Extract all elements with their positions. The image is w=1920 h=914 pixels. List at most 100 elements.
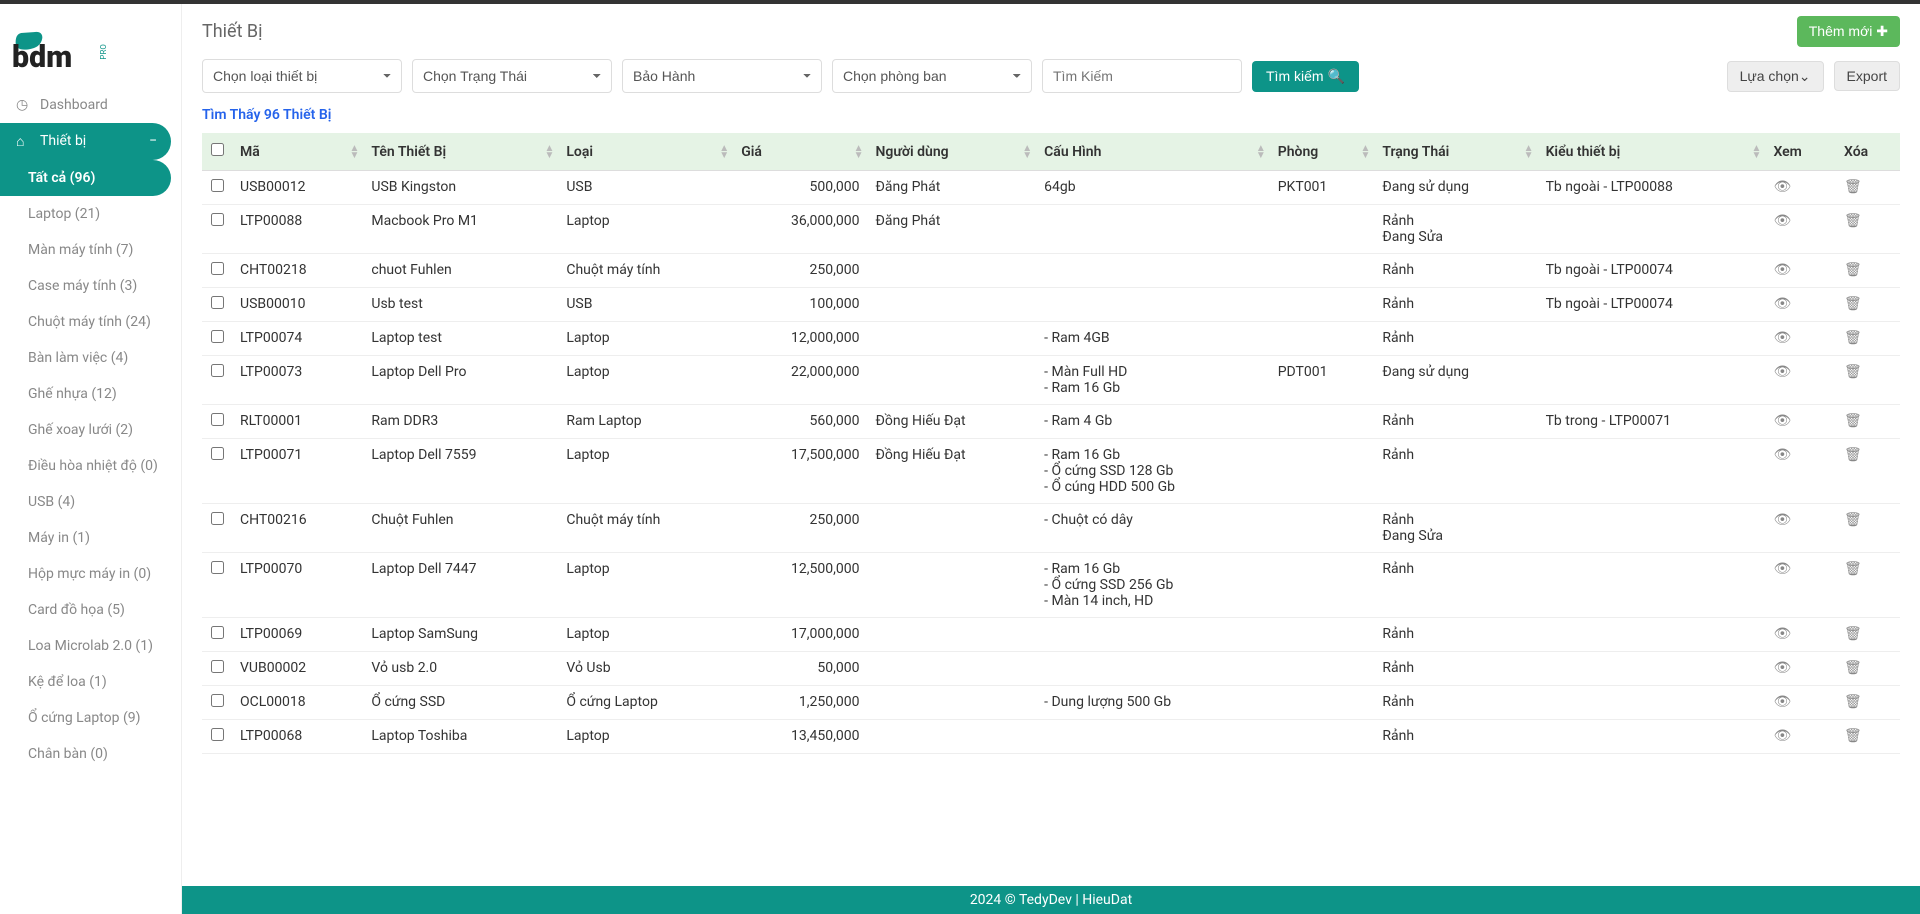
filter-status[interactable]: Chọn Trạng Thái [412,59,612,93]
row-checkbox[interactable] [211,694,224,707]
filter-warranty[interactable]: Bảo Hành [622,59,822,93]
delete-icon[interactable]: 🗑 [1844,262,1862,278]
delete-icon[interactable]: 🗑 [1844,660,1862,676]
row-checkbox[interactable] [211,626,224,639]
row-checkbox[interactable] [211,512,224,525]
col-config[interactable]: Cấu Hình▲▼ [1036,133,1270,171]
row-checkbox[interactable] [211,660,224,673]
cell-view: 👁 [1765,618,1836,652]
sidebar-sub-item[interactable]: Case máy tính (3) [0,268,181,304]
delete-icon[interactable]: 🗑 [1844,512,1862,528]
cell-config: - Dung lượng 500 Gb [1036,686,1270,720]
search-button[interactable]: Tìm kiếm 🔍 [1252,61,1359,92]
sidebar-sub-item[interactable]: Loa Microlab 2.0 (1) [0,628,181,664]
cell-user [868,288,1037,322]
delete-icon[interactable]: 🗑 [1844,626,1862,642]
row-checkbox[interactable] [211,413,224,426]
sidebar-sub-item[interactable]: Ghế nhựa (12) [0,376,181,412]
col-name[interactable]: Tên Thiết Bị▲▼ [363,133,558,171]
col-price[interactable]: Giá▲▼ [733,133,867,171]
delete-icon[interactable]: 🗑 [1844,364,1862,380]
col-code[interactable]: Mã▲▼ [232,133,363,171]
sidebar-sub-item[interactable]: Điều hòa nhiệt độ (0) [0,448,181,484]
view-icon[interactable]: 👁 [1773,512,1791,528]
delete-icon[interactable]: 🗑 [1844,561,1862,577]
delete-icon[interactable]: 🗑 [1844,179,1862,195]
col-status[interactable]: Trạng Thái▲▼ [1374,133,1537,171]
cell-room [1270,405,1375,439]
sidebar-sub-item[interactable]: Laptop (21) [0,196,181,232]
cell-code: LTP00069 [232,618,363,652]
sidebar-sub-item[interactable]: Chuột máy tính (24) [0,304,181,340]
view-icon[interactable]: 👁 [1773,728,1791,744]
view-icon[interactable]: 👁 [1773,660,1791,676]
col-kind[interactable]: Kiểu thiết bị▲▼ [1538,133,1766,171]
cell-name: Ram DDR3 [363,405,558,439]
view-icon[interactable]: 👁 [1773,447,1791,463]
sidebar-sub-item[interactable]: Ổ cứng Laptop (9) [0,700,181,736]
delete-icon[interactable]: 🗑 [1844,413,1862,429]
cell-code: OCL00018 [232,686,363,720]
view-icon[interactable]: 👁 [1773,561,1791,577]
row-checkbox[interactable] [211,296,224,309]
row-checkbox[interactable] [211,364,224,377]
cell-config: - Ram 16 Gb - Ổ cứng SSD 128 Gb - Ổ cúng… [1036,439,1270,504]
view-icon[interactable]: 👁 [1773,179,1791,195]
delete-icon[interactable]: 🗑 [1844,447,1862,463]
delete-icon[interactable]: 🗑 [1844,330,1862,346]
col-user[interactable]: Người dùng▲▼ [868,133,1037,171]
sidebar-sub-item[interactable]: Máy in (1) [0,520,181,556]
search-input[interactable] [1042,59,1242,93]
sidebar-sub-item[interactable]: Màn máy tính (7) [0,232,181,268]
table-row: CHT00216Chuột FuhlenChuột máy tính250,00… [202,504,1900,553]
view-icon[interactable]: 👁 [1773,330,1791,346]
add-button[interactable]: Thêm mới ✚ [1797,16,1900,47]
row-checkbox[interactable] [211,213,224,226]
filter-department[interactable]: Chọn phòng ban [832,59,1032,93]
row-checkbox[interactable] [211,561,224,574]
sidebar-sub-item[interactable]: Bàn làm việc (4) [0,340,181,376]
delete-icon[interactable]: 🗑 [1844,213,1862,229]
view-icon[interactable]: 👁 [1773,694,1791,710]
cell-price: 17,000,000 [733,618,867,652]
delete-icon[interactable]: 🗑 [1844,728,1862,744]
delete-icon[interactable]: 🗑 [1844,296,1862,312]
view-icon[interactable]: 👁 [1773,413,1791,429]
col-room[interactable]: Phòng▲▼ [1270,133,1375,171]
row-checkbox[interactable] [211,728,224,741]
view-icon[interactable]: 👁 [1773,296,1791,312]
sidebar-sub-item[interactable]: Tất cả (96) [0,160,171,196]
cell-type: Chuột máy tính [558,254,733,288]
row-checkbox[interactable] [211,330,224,343]
select-all-checkbox[interactable] [211,143,224,156]
view-icon[interactable]: 👁 [1773,213,1791,229]
sort-icon: ▲▼ [1360,145,1370,159]
sidebar-sub-item[interactable]: Ghế xoay lưới (2) [0,412,181,448]
svg-text:PRO: PRO [99,44,108,59]
cell-code: LTP00088 [232,205,363,254]
delete-icon[interactable]: 🗑 [1844,694,1862,710]
filter-type[interactable]: Chọn loại thiết bị [202,59,402,93]
row-checkbox[interactable] [211,447,224,460]
sidebar-sub-item[interactable]: Card đồ họa (5) [0,592,181,628]
cell-user [868,254,1037,288]
view-icon[interactable]: 👁 [1773,626,1791,642]
view-icon[interactable]: 👁 [1773,364,1791,380]
export-button[interactable]: Export [1834,61,1900,91]
row-checkbox[interactable] [211,262,224,275]
cell-view: 👁 [1765,652,1836,686]
view-icon[interactable]: 👁 [1773,262,1791,278]
nav-devices[interactable]: ⌂ Thiết bị − [0,123,171,160]
sidebar-sub-item[interactable]: USB (4) [0,484,181,520]
row-checkbox[interactable] [211,179,224,192]
cell-price: 17,500,000 [733,439,867,504]
options-button[interactable]: Lựa chọn⌄ [1727,61,1824,92]
cell-code: USB00012 [232,171,363,205]
page-title: Thiết Bị [202,21,263,42]
sidebar-sub-item[interactable]: Hộp mực máy in (0) [0,556,181,592]
cell-room [1270,322,1375,356]
sidebar-sub-item[interactable]: Chân bàn (0) [0,736,181,772]
sidebar-sub-item[interactable]: Kệ để loa (1) [0,664,181,700]
col-type[interactable]: Loại▲▼ [558,133,733,171]
nav-dashboard[interactable]: ◷ Dashboard [0,87,181,123]
